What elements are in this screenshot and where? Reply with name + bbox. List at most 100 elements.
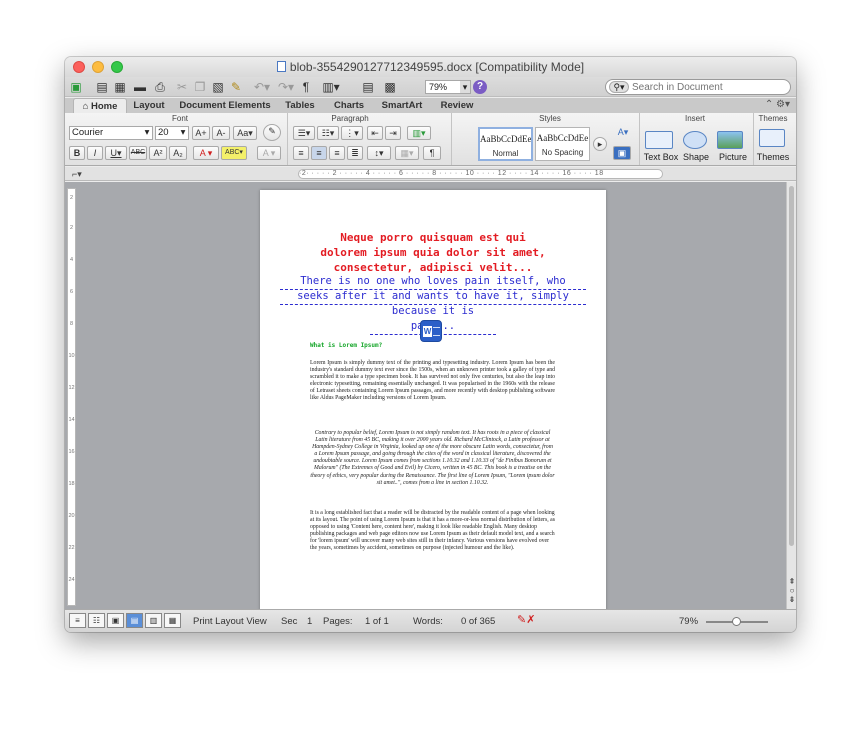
superscript-button[interactable]: A²: [149, 146, 167, 160]
cut-icon[interactable]: ✂: [175, 80, 189, 94]
grow-font-button[interactable]: A+: [192, 126, 210, 140]
draft-view-button[interactable]: ≡: [69, 613, 86, 628]
new-document-icon[interactable]: ▣: [69, 80, 83, 94]
font-name-select[interactable]: Courier ▾: [69, 126, 153, 140]
outline-view-button[interactable]: ☷: [88, 613, 105, 628]
multilevel-list-button[interactable]: ⋮▾: [341, 126, 363, 140]
redo-icon[interactable]: ↷▾: [275, 80, 297, 94]
publishing-view-button[interactable]: ▣: [107, 613, 124, 628]
next-page-icon[interactable]: ⇟: [787, 595, 796, 604]
themes-button[interactable]: Themes: [755, 152, 791, 162]
ribbon-options[interactable]: ⌃ ⚙▾: [765, 99, 790, 110]
tab-charts[interactable]: Charts: [327, 98, 371, 113]
browse-object-icon[interactable]: ○: [787, 586, 796, 595]
themes-icon[interactable]: [759, 129, 785, 147]
justify-button[interactable]: ≣: [347, 146, 363, 160]
styles-pane-icon[interactable]: A▾: [613, 126, 633, 140]
ribbon-separator: [753, 113, 754, 165]
notebook-view-button[interactable]: ▥: [145, 613, 162, 628]
tab-document-elements[interactable]: Document Elements: [175, 98, 275, 113]
vertical-scrollbar[interactable]: ⇞ ○ ⇟: [786, 182, 796, 609]
font-color-button[interactable]: A ▾: [193, 146, 219, 160]
search-box[interactable]: ⚲▾: [605, 79, 791, 95]
text-box-icon[interactable]: [645, 131, 673, 149]
search-input[interactable]: [632, 81, 782, 93]
copy-icon[interactable]: ❐: [193, 80, 207, 94]
italic-button[interactable]: I: [87, 146, 103, 160]
open-folder-icon[interactable]: ▦: [113, 80, 127, 94]
align-center-button[interactable]: ≡: [311, 146, 327, 160]
collapse-ribbon-icon[interactable]: ⌃: [765, 99, 773, 110]
media-browser-icon[interactable]: ▤: [361, 80, 375, 94]
font-size-select[interactable]: 20 ▾: [155, 126, 189, 140]
underline-button[interactable]: U▾: [105, 146, 127, 160]
zoom-slider-knob[interactable]: [732, 617, 741, 626]
zoom-dropdown-icon[interactable]: ▾: [460, 81, 470, 93]
tab-smartart[interactable]: SmartArt: [377, 98, 427, 113]
bold-button[interactable]: B: [69, 146, 85, 160]
toolbox-icon[interactable]: ▩: [383, 80, 397, 94]
horizontal-ruler[interactable]: ·2· · · · · 2 · · · · · 4 · · · · · 6 · …: [298, 169, 663, 179]
shading-button[interactable]: ▦▾: [395, 146, 419, 160]
paragraph-marks-icon[interactable]: ¶: [301, 80, 311, 94]
align-right-button[interactable]: ≡: [329, 146, 345, 160]
increase-indent-button[interactable]: ⇥: [385, 126, 401, 140]
picture-icon[interactable]: [717, 131, 743, 149]
picture-button[interactable]: Picture: [715, 152, 751, 162]
print-icon[interactable]: ⎙: [153, 80, 167, 94]
bullets-button[interactable]: ☰▾: [293, 126, 315, 140]
tab-layout[interactable]: Layout: [129, 98, 169, 113]
section-value: 1: [307, 616, 313, 627]
shrink-font-button[interactable]: A-: [212, 126, 230, 140]
tab-home-label: Home: [90, 101, 118, 112]
font-size-dropdown-icon[interactable]: ▾: [178, 127, 188, 139]
font-name-dropdown-icon[interactable]: ▾: [142, 127, 152, 139]
zoom-slider[interactable]: [706, 617, 768, 626]
tab-home[interactable]: ⌂ Home: [73, 98, 127, 113]
strikethrough-button[interactable]: ABC: [129, 146, 147, 160]
style-no-spacing[interactable]: AaBbCcDdEe No Spacing: [535, 127, 590, 161]
search-icon[interactable]: ⚲▾: [609, 81, 629, 93]
document-page[interactable]: Neque porro quisquam est qui dolorem ips…: [260, 190, 606, 609]
align-left-button[interactable]: ≡: [293, 146, 309, 160]
line-spacing-button[interactable]: ↕▾: [367, 146, 391, 160]
print-layout-view-button[interactable]: ▤: [126, 613, 143, 628]
scrollbar-thumb[interactable]: [789, 186, 794, 546]
decrease-indent-button[interactable]: ⇤: [367, 126, 383, 140]
horizontal-ruler-ticks: ·2· · · · · 2 · · · · · 4 · · · · · 6 · …: [299, 170, 604, 177]
help-icon[interactable]: ?: [473, 80, 487, 94]
previous-page-icon[interactable]: ⇞: [787, 577, 796, 586]
numbering-button[interactable]: ☷▾: [317, 126, 339, 140]
styles-manage-icon[interactable]: ▣: [613, 146, 631, 160]
format-painter-icon[interactable]: ✎: [229, 80, 243, 94]
style-normal[interactable]: AaBbCcDdEe Normal: [478, 127, 533, 161]
focus-view-button[interactable]: ▦: [164, 613, 181, 628]
shape-icon[interactable]: [683, 131, 707, 149]
view-name: Print Layout View: [193, 616, 267, 627]
text-box-button[interactable]: Text Box: [641, 152, 681, 162]
tab-tables[interactable]: Tables: [281, 98, 319, 113]
templates-icon[interactable]: ▤: [95, 80, 109, 94]
change-case-button[interactable]: Aa▾: [233, 126, 257, 140]
vertical-ruler[interactable]: 2 2 4 6 8 10 12 14 16 18 20 22 24: [67, 188, 76, 606]
clear-formatting-icon[interactable]: ✎: [263, 124, 281, 141]
save-icon[interactable]: ▬: [133, 80, 147, 94]
shape-button[interactable]: Shape: [679, 152, 713, 162]
tab-selector-icon[interactable]: ⌐▾: [72, 169, 82, 180]
gear-icon[interactable]: ⚙▾: [776, 99, 790, 110]
columns-button[interactable]: ▥▾: [407, 126, 431, 140]
ribbon-separator: [287, 113, 288, 165]
ribbon-home: Font Paragraph Styles Insert Themes Cour…: [65, 113, 796, 166]
proofing-error-icon[interactable]: ✎✗: [517, 613, 535, 626]
highlight-color-button[interactable]: ABC▾: [221, 146, 247, 160]
styles-next-icon[interactable]: ▸: [593, 137, 607, 151]
tab-review[interactable]: Review: [435, 98, 479, 113]
subscript-button[interactable]: A₂: [169, 146, 187, 160]
zoom-field[interactable]: 79% ▾: [425, 80, 471, 94]
show-formatting-icon[interactable]: ¶: [423, 146, 441, 160]
sidebar-icon[interactable]: ▥▾: [321, 80, 341, 94]
undo-icon[interactable]: ↶▾: [251, 80, 273, 94]
paste-icon[interactable]: ▧: [211, 80, 225, 94]
text-effects-button[interactable]: A ▾: [257, 146, 281, 160]
tab-smartart-label: SmartArt: [381, 100, 423, 111]
